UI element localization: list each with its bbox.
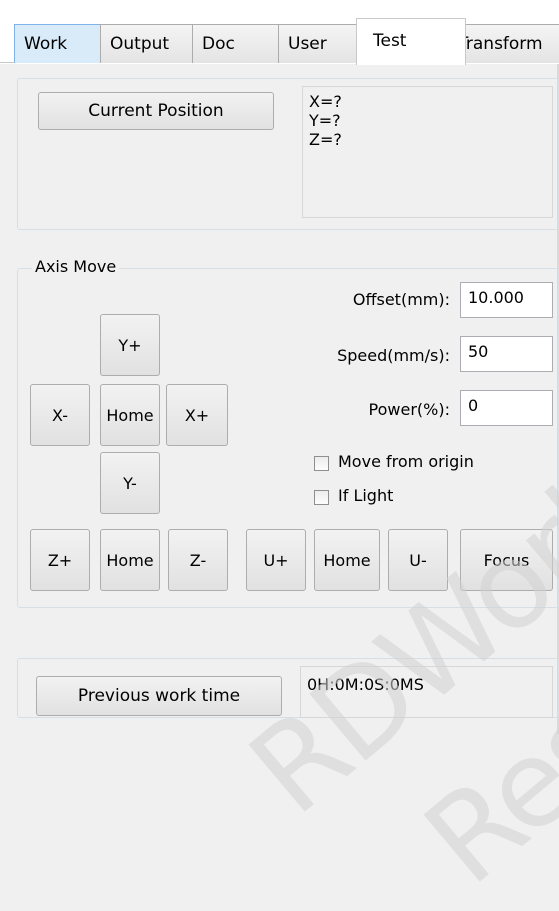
y-minus-button[interactable]: Y- [100, 452, 160, 514]
tab-doc[interactable]: Doc [192, 24, 289, 63]
current-position-button[interactable]: Current Position [38, 92, 274, 130]
axis-move-title: Axis Move [32, 257, 120, 276]
tab-work[interactable]: Work [14, 24, 111, 63]
speed-label: Speed(mm/s): [337, 346, 450, 365]
power-field[interactable]: 0 [460, 390, 553, 426]
work-time-readout: 0H:0M:0S:0MS [300, 666, 553, 718]
tab-test[interactable]: Test [356, 18, 466, 65]
focus-button[interactable]: Focus [460, 529, 553, 591]
tab-output[interactable]: Output [100, 24, 203, 63]
move-from-origin-checkbox[interactable] [314, 456, 329, 471]
z-plus-button[interactable]: Z+ [30, 529, 90, 591]
if-light-label: If Light [338, 486, 394, 505]
if-light-checkbox[interactable] [314, 490, 329, 505]
x-minus-button[interactable]: X- [30, 384, 90, 446]
x-plus-button[interactable]: X+ [166, 384, 228, 446]
speed-field[interactable]: 50 [460, 336, 553, 372]
u-minus-button[interactable]: U- [388, 529, 448, 591]
home-u-button[interactable]: Home [314, 529, 380, 591]
y-plus-button[interactable]: Y+ [100, 314, 160, 376]
move-from-origin-label: Move from origin [338, 452, 474, 471]
tab-user[interactable]: User [278, 24, 367, 63]
offset-label: Offset(mm): [352, 290, 450, 309]
offset-field[interactable]: 10.000 [460, 282, 553, 318]
power-label: Power(%): [368, 400, 450, 419]
u-plus-button[interactable]: U+ [246, 529, 306, 591]
home-z-button[interactable]: Home [100, 529, 160, 591]
position-readout: X=? Y=? Z=? [302, 86, 553, 218]
previous-work-time-button[interactable]: Previous work time [36, 676, 282, 716]
z-minus-button[interactable]: Z- [168, 529, 228, 591]
home-xy-button[interactable]: Home [100, 384, 160, 446]
